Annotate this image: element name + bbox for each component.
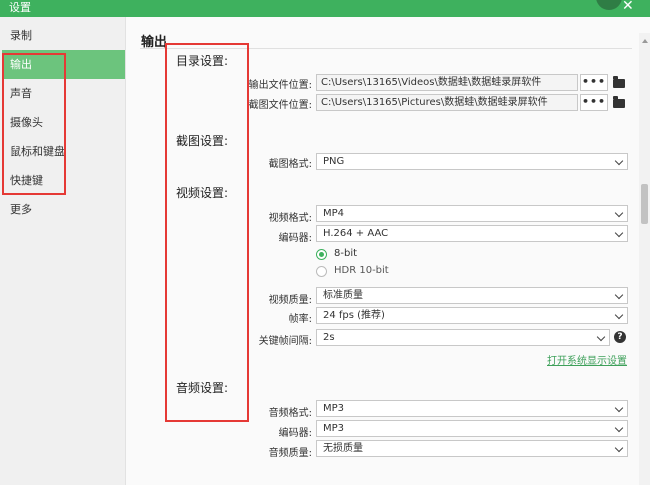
sidebar-item-record[interactable]: 录制 [0, 21, 126, 50]
output-path-label: 输出文件位置: [248, 80, 312, 91]
sidebar-item-output[interactable]: 输出 [2, 50, 125, 79]
chevron-down-icon [614, 423, 624, 433]
screenshot-format-label: 截图格式: [268, 159, 312, 170]
chevron-down-icon [614, 156, 624, 166]
video-format-label: 视频格式: [268, 213, 312, 224]
output-path-field[interactable]: C:\Users\13165\Videos\数据蛙\数据蛙录屏软件 [316, 74, 578, 91]
chevron-down-icon [614, 403, 624, 413]
screenshot-path-label: 截图文件位置: [248, 100, 312, 111]
bit-depth-8bit-radio[interactable] [316, 249, 327, 260]
video-encoder-label: 编码器: [278, 233, 312, 244]
video-format-select[interactable]: MP4 [316, 205, 628, 222]
video-quality-select[interactable]: 标准质量 [316, 287, 628, 304]
group-label-audio: 音频设置: [176, 381, 229, 395]
scroll-up-icon[interactable] [642, 39, 648, 43]
bit-depth-hdr-radio[interactable] [316, 266, 327, 277]
chevron-down-icon [614, 228, 624, 238]
audio-format-select[interactable]: MP3 [316, 400, 628, 417]
window-title: 设置 [9, 1, 31, 14]
bit-depth-8bit-label: 8-bit [334, 248, 358, 259]
chevron-down-icon [596, 332, 606, 342]
group-label-screenshot: 截图设置: [176, 134, 229, 148]
scrollbar-thumb[interactable] [641, 184, 648, 224]
audio-format-label: 音频格式: [268, 408, 312, 419]
group-label-video: 视频设置: [176, 186, 229, 200]
screenshot-format-select[interactable]: PNG [316, 153, 628, 170]
screenshot-path-field[interactable]: C:\Users\13165\Pictures\数据蛙\数据蛙录屏软件 [316, 94, 578, 111]
audio-encoder-label: 编码器: [278, 428, 312, 439]
group-label-directory: 目录设置: [176, 54, 229, 68]
screenshot-browse-button[interactable]: ••• [580, 94, 608, 111]
chevron-down-icon [614, 310, 624, 320]
help-icon[interactable]: ? [614, 331, 626, 343]
output-browse-button[interactable]: ••• [580, 74, 608, 91]
close-icon[interactable]: ✕ [622, 0, 634, 14]
audio-encoder-select[interactable]: MP3 [316, 420, 628, 437]
audio-encoder-value: MP3 [323, 423, 345, 434]
video-quality-label: 视频质量: [268, 295, 312, 306]
frame-rate-select[interactable]: 24 fps (推荐) [316, 307, 628, 324]
open-display-settings-link[interactable]: 打开系统显示设置 [547, 352, 627, 367]
audio-format-value: MP3 [323, 403, 345, 414]
settings-sidebar: 录制 输出 声音 摄像头 鼠标和键盘 快捷键 更多 [0, 17, 126, 485]
frame-rate-label: 帧率: [288, 314, 312, 325]
screenshot-format-value: PNG [323, 156, 345, 167]
keyframe-interval-select[interactable]: 2s [316, 329, 610, 346]
video-encoder-value: H.264 + AAC [323, 228, 389, 239]
video-encoder-select[interactable]: H.264 + AAC [316, 225, 628, 242]
sidebar-item-camera[interactable]: 摄像头 [0, 108, 126, 137]
keyframe-interval-label: 关键帧间隔: [258, 336, 312, 347]
output-folder-icon[interactable] [613, 76, 625, 88]
sidebar-item-mouse-keyboard[interactable]: 鼠标和键盘 [0, 137, 126, 166]
chevron-down-icon [614, 443, 624, 453]
window-decoration-circle [596, 0, 622, 10]
chevron-down-icon [614, 290, 624, 300]
audio-quality-value: 无损质量 [323, 443, 363, 454]
title-divider [140, 48, 632, 49]
title-bar: 设置 ✕ [0, 0, 650, 17]
keyframe-interval-value: 2s [323, 332, 335, 343]
audio-quality-select[interactable]: 无损质量 [316, 440, 628, 457]
main-scrollbar[interactable] [639, 33, 650, 485]
screenshot-folder-icon[interactable] [613, 96, 625, 108]
bit-depth-hdr-label: HDR 10-bit [334, 265, 389, 276]
sidebar-item-sound[interactable]: 声音 [0, 79, 126, 108]
frame-rate-value: 24 fps (推荐) [323, 310, 385, 321]
audio-quality-label: 音频质量: [268, 448, 312, 459]
chevron-down-icon [614, 208, 624, 218]
video-format-value: MP4 [323, 208, 345, 219]
video-quality-value: 标准质量 [323, 290, 363, 301]
sidebar-item-hotkeys[interactable]: 快捷键 [0, 166, 126, 195]
sidebar-item-more[interactable]: 更多 [0, 195, 126, 224]
